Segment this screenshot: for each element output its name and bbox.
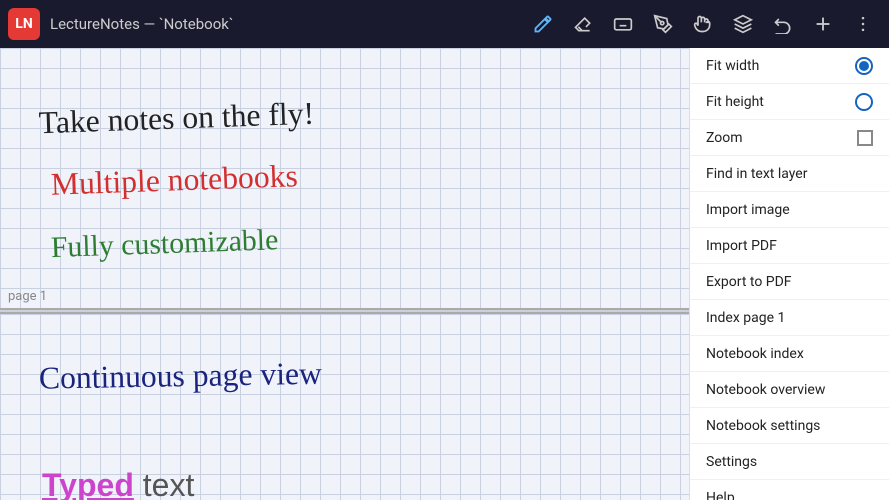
menu-item-fit-height[interactable]: Fit height	[690, 84, 889, 120]
svg-text:Take notes on the fly!: Take notes on the fly!	[38, 96, 314, 141]
menu-item-zoom[interactable]: Zoom	[690, 120, 889, 156]
pen-button[interactable]	[525, 6, 561, 42]
menu-item-import-image[interactable]: Import image	[690, 192, 889, 228]
menu-item-find-in-text[interactable]: Find in text layer	[690, 156, 889, 192]
more-button[interactable]	[845, 6, 881, 42]
hand-button[interactable]	[685, 6, 721, 42]
dropdown-menu: Fit width Fit height Zoom Find in text l…	[689, 48, 889, 500]
fit-width-radio[interactable]	[855, 57, 873, 75]
fit-height-radio[interactable]	[855, 93, 873, 111]
zoom-checkbox[interactable]	[857, 130, 873, 146]
app-icon: LN	[8, 8, 40, 40]
menu-item-notebook-index[interactable]: Notebook index	[690, 336, 889, 372]
typed-bold-text: Typed	[42, 467, 134, 500]
topbar-actions	[525, 6, 881, 42]
typed-normal-text: text	[134, 467, 194, 500]
undo-button[interactable]	[765, 6, 801, 42]
page-1-label: page 1	[8, 289, 47, 304]
add-button[interactable]	[805, 6, 841, 42]
menu-item-index-page[interactable]: Index page 1	[690, 300, 889, 336]
app-title: LectureNotes — `Notebook`	[50, 15, 525, 33]
menu-item-notebook-settings[interactable]: Notebook settings	[690, 408, 889, 444]
menu-item-help[interactable]: Help	[690, 480, 889, 500]
menu-item-settings[interactable]: Settings	[690, 444, 889, 480]
menu-item-notebook-overview[interactable]: Notebook overview	[690, 372, 889, 408]
page-2: Continuous page view Typed text page 2	[0, 314, 689, 500]
canvas-area[interactable]: Take notes on the fly! Multiple notebook…	[0, 48, 689, 500]
svg-text:Continuous page view: Continuous page view	[39, 356, 323, 396]
menu-item-import-pdf[interactable]: Import PDF	[690, 228, 889, 264]
svg-text:Fully customizable: Fully customizable	[50, 223, 278, 264]
marker-button[interactable]	[645, 6, 681, 42]
eraser-button[interactable]	[565, 6, 601, 42]
svg-text:Multiple notebooks: Multiple notebooks	[50, 158, 298, 202]
main-area: Take notes on the fly! Multiple notebook…	[0, 48, 889, 500]
keyboard-button[interactable]	[605, 6, 641, 42]
page-1: Take notes on the fly! Multiple notebook…	[0, 48, 689, 308]
layers-button[interactable]	[725, 6, 761, 42]
menu-item-export-pdf[interactable]: Export to PDF	[690, 264, 889, 300]
topbar: LN LectureNotes — `Notebook`	[0, 0, 889, 48]
menu-item-fit-width[interactable]: Fit width	[690, 48, 889, 84]
